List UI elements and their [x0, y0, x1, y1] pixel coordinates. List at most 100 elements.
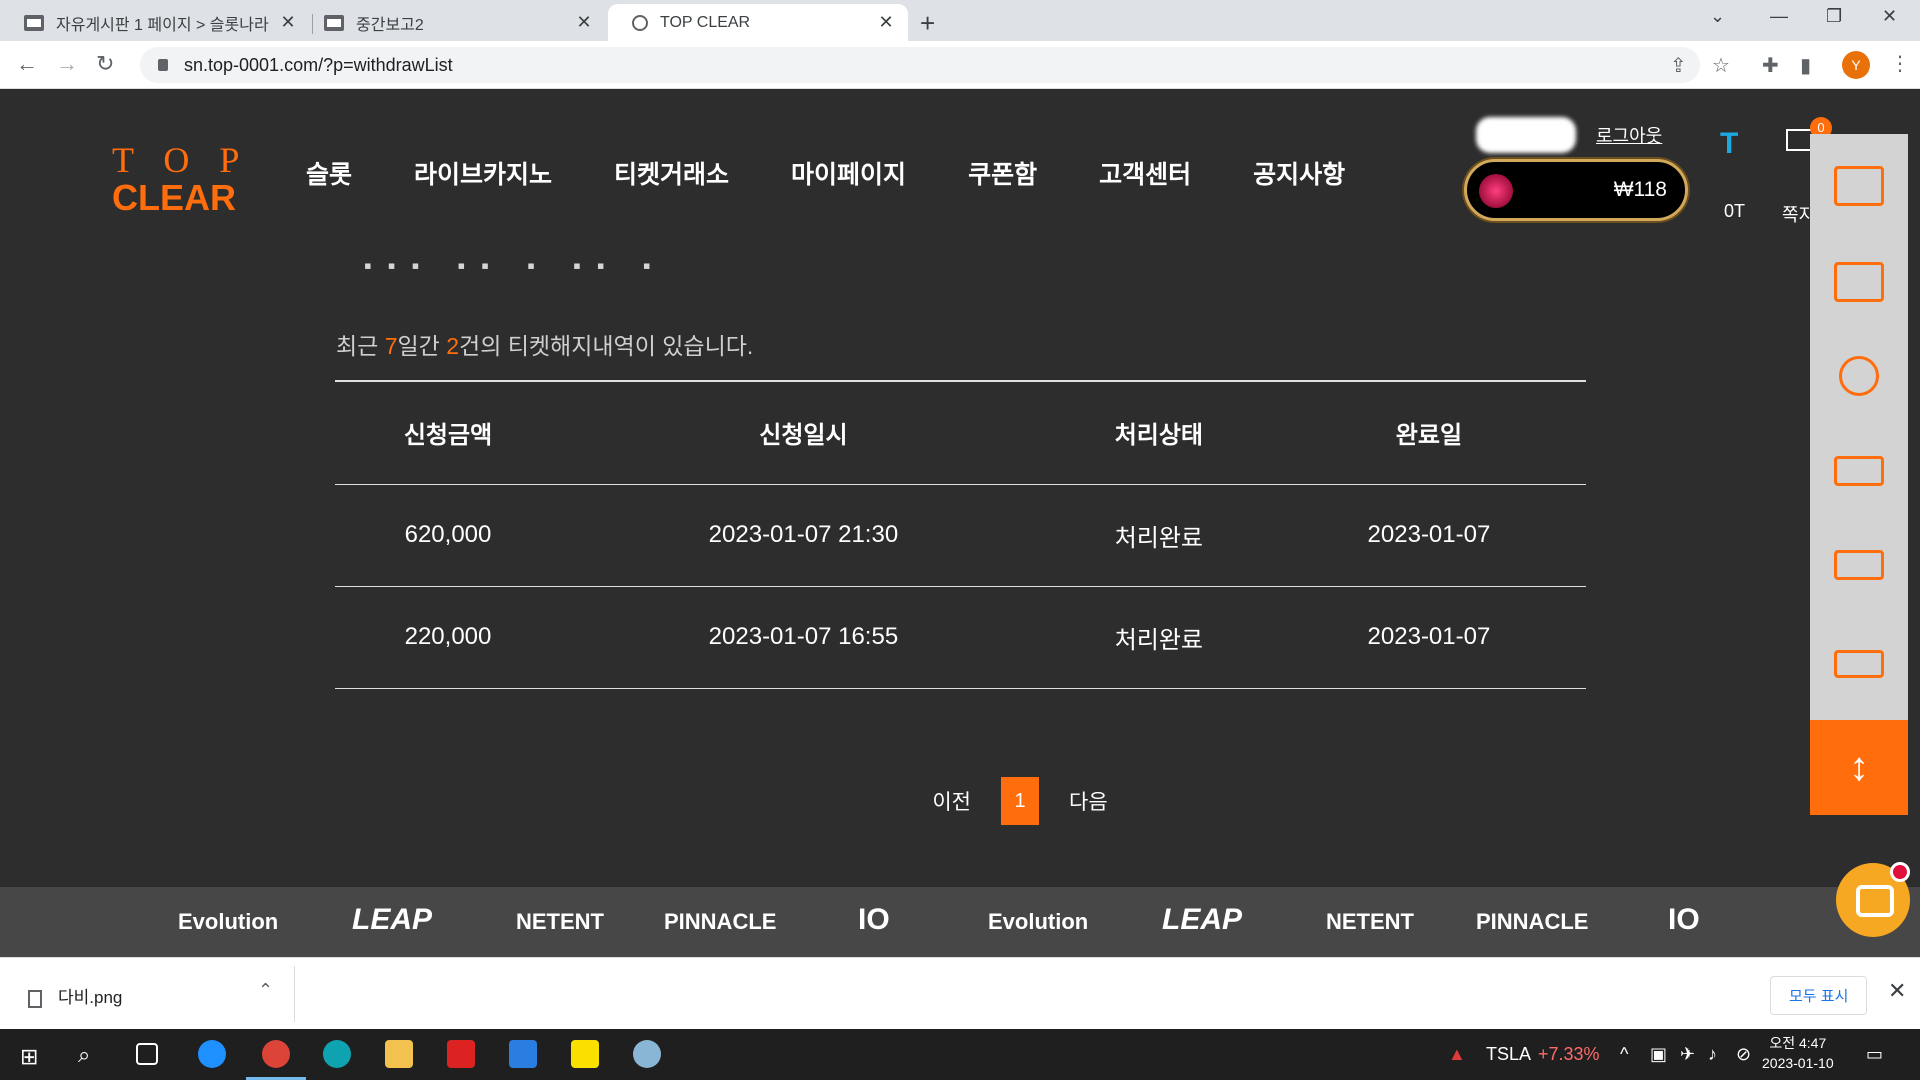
nav-slot[interactable]: 슬롯	[306, 155, 352, 191]
browser-tab-2[interactable]: 중간보고2 ✕	[300, 4, 606, 41]
minimize-button[interactable]: —	[1770, 6, 1788, 27]
t-point-icon[interactable]: T	[1720, 127, 1738, 161]
column-requested-at: 신청일시	[561, 380, 1046, 485]
reload-icon[interactable]: ↻	[96, 51, 114, 77]
provider-logo: PINNACLE	[1476, 909, 1589, 934]
logo-top-text[interactable]: TOP	[112, 139, 269, 181]
download-item[interactable]: 다비.png	[28, 983, 122, 1008]
nav-my-page[interactable]: 마이페이지	[791, 155, 906, 191]
chat-bubbles-icon[interactable]	[1834, 650, 1884, 678]
nav-coupons[interactable]: 쿠폰함	[968, 155, 1037, 191]
nav-live-casino[interactable]: 라이브카지노	[414, 155, 552, 191]
summary-suffix: 건의 티켓해지내역이 있습니다.	[459, 333, 754, 359]
browser-menu-icon[interactable]: ⋮	[1890, 51, 1910, 76]
tray-device-icon[interactable]: ▣	[1650, 1044, 1667, 1065]
balance-amount: ₩118	[1613, 178, 1667, 201]
profile-avatar[interactable]: Y	[1842, 51, 1870, 79]
paint-icon[interactable]	[633, 1040, 661, 1068]
site-favicon-icon	[24, 14, 44, 31]
show-all-downloads-button[interactable]: 모두 표시	[1770, 976, 1868, 1015]
exchange-icon[interactable]	[1834, 262, 1884, 302]
share-icon[interactable]: ⇪	[1670, 53, 1687, 78]
chip-icon[interactable]	[1839, 356, 1879, 396]
chrome-icon[interactable]	[262, 1040, 290, 1068]
extensions-icon[interactable]: ✚	[1762, 53, 1779, 78]
forward-icon[interactable]: →	[56, 51, 78, 77]
deposit-icon[interactable]	[1834, 166, 1884, 206]
globe-icon	[632, 14, 648, 31]
table-header-row: 신청금액 신청일시 처리상태 완료일	[335, 380, 1586, 485]
stock-symbol[interactable]: TSLA	[1486, 1044, 1531, 1065]
back-icon[interactable]: ←	[16, 51, 38, 77]
provider-logo: Evolution	[988, 909, 1089, 934]
close-tab-icon[interactable]: ✕	[876, 12, 896, 33]
pagination-prev[interactable]: 이전	[932, 786, 971, 816]
scroll-top-button[interactable]: ↕	[1810, 720, 1908, 815]
t-point-value: 0T	[1724, 201, 1746, 221]
pagination: 이전 1 다음	[0, 777, 1920, 825]
browser-tab-strip: 자유게시판 1 페이지 > 슬롯나라 ✕ 중간보고2 ✕ TOP CLEAR ✕…	[0, 0, 1920, 41]
nav-customer-center[interactable]: 고객센터	[1099, 155, 1191, 191]
notification-center-icon[interactable]: ▭	[1866, 1044, 1883, 1065]
tab-search-icon[interactable]: ⌄	[1710, 6, 1725, 27]
lock-icon[interactable]	[158, 59, 168, 71]
tab-title: 중간보고2	[356, 16, 424, 34]
provider-logo: IO	[858, 903, 890, 936]
download-divider	[294, 966, 295, 1022]
section-title-partial: ▪▪▪ ▪▪ ▪ ▪▪ ▪	[364, 253, 667, 278]
taskbar-clock[interactable]: 오전 4:47 2023-01-10	[1762, 1033, 1834, 1073]
coupon-icon[interactable]	[1834, 550, 1884, 580]
site-favicon-icon	[324, 14, 344, 31]
windows-taskbar: ⊞ ⌕ ▲ TSLA +7.33% ^ ▣ ✈ ♪ ⊘ 오전 4:47 2023…	[0, 1029, 1920, 1080]
network-off-icon[interactable]: ⊘	[1736, 1044, 1751, 1065]
close-tab-icon[interactable]: ✕	[574, 12, 594, 33]
summary-mid: 일간	[397, 333, 447, 359]
pagination-current-page[interactable]: 1	[1001, 777, 1039, 825]
kakaotalk-icon[interactable]	[571, 1040, 599, 1068]
column-completed: 완료일	[1271, 380, 1586, 485]
nav-ticket-exchange[interactable]: 티켓거래소	[614, 155, 729, 191]
logo-bottom-text[interactable]: CLEAR	[112, 177, 236, 219]
ticket-icon[interactable]	[1834, 456, 1884, 486]
cell-status: 처리완료	[1045, 484, 1272, 587]
download-filename: 다비.png	[58, 988, 123, 1007]
browser-toolbar: ← → ↻ sn.top-0001.com/?p=withdrawList ⇪ …	[0, 41, 1920, 89]
quick-menu-sidebar	[1810, 134, 1908, 815]
task-view-icon[interactable]	[136, 1043, 158, 1065]
bookmark-star-icon[interactable]: ☆	[1712, 53, 1730, 78]
side-panel-icon[interactable]: ▮	[1800, 53, 1811, 78]
address-bar[interactable]: sn.top-0001.com/?p=withdrawList	[140, 47, 1700, 83]
internet-explorer-icon[interactable]	[198, 1040, 226, 1068]
mail-app-icon[interactable]	[509, 1040, 537, 1068]
download-bar: 다비.png ⌃ 모두 표시 ✕	[0, 957, 1920, 1029]
airplane-mode-icon[interactable]: ✈	[1680, 1044, 1695, 1065]
summary-days: 7	[384, 333, 398, 359]
site-header: TOP CLEAR 슬롯 라이브카지노 티켓거래소 마이페이지 쿠폰함 고객센터…	[0, 89, 1920, 239]
new-tab-button[interactable]: +	[920, 8, 935, 39]
browser-tab-3[interactable]: TOP CLEAR ✕	[608, 4, 908, 41]
browser-tab-1[interactable]: 자유게시판 1 페이지 > 슬롯나라 ✕	[0, 4, 310, 41]
file-explorer-icon[interactable]	[385, 1040, 413, 1068]
pagination-next[interactable]: 다음	[1069, 786, 1108, 816]
logout-link[interactable]: 로그아웃	[1596, 122, 1662, 148]
chevron-up-icon[interactable]: ⌃	[258, 980, 273, 1001]
volume-icon[interactable]: ♪	[1708, 1044, 1717, 1065]
maximize-button[interactable]: ❐	[1826, 6, 1842, 27]
provider-logo: PINNACLE	[664, 909, 777, 934]
nav-notices[interactable]: 공지사항	[1253, 155, 1345, 191]
gem-icon	[1479, 174, 1513, 208]
close-window-button[interactable]: ✕	[1882, 6, 1897, 27]
chat-notification-dot	[1890, 862, 1910, 882]
sync-app-icon[interactable]	[447, 1040, 475, 1068]
windows-start-icon[interactable]: ⊞	[20, 1044, 38, 1070]
cell-requested-at: 2023-01-07 16:55	[561, 586, 1046, 689]
search-icon[interactable]: ⌕	[78, 1042, 90, 1068]
cell-amount: 220,000	[335, 586, 561, 689]
wallet-balance[interactable]: ₩118	[1464, 159, 1688, 221]
edge-icon[interactable]	[323, 1040, 351, 1068]
close-download-bar-icon[interactable]: ✕	[1888, 978, 1906, 1004]
provider-logo: IO	[1668, 903, 1700, 936]
tray-expand-icon[interactable]: ^	[1620, 1044, 1628, 1065]
close-tab-icon[interactable]: ✕	[278, 12, 298, 33]
table-row: 220,000 2023-01-07 16:55 처리완료 2023-01-07	[335, 586, 1586, 689]
